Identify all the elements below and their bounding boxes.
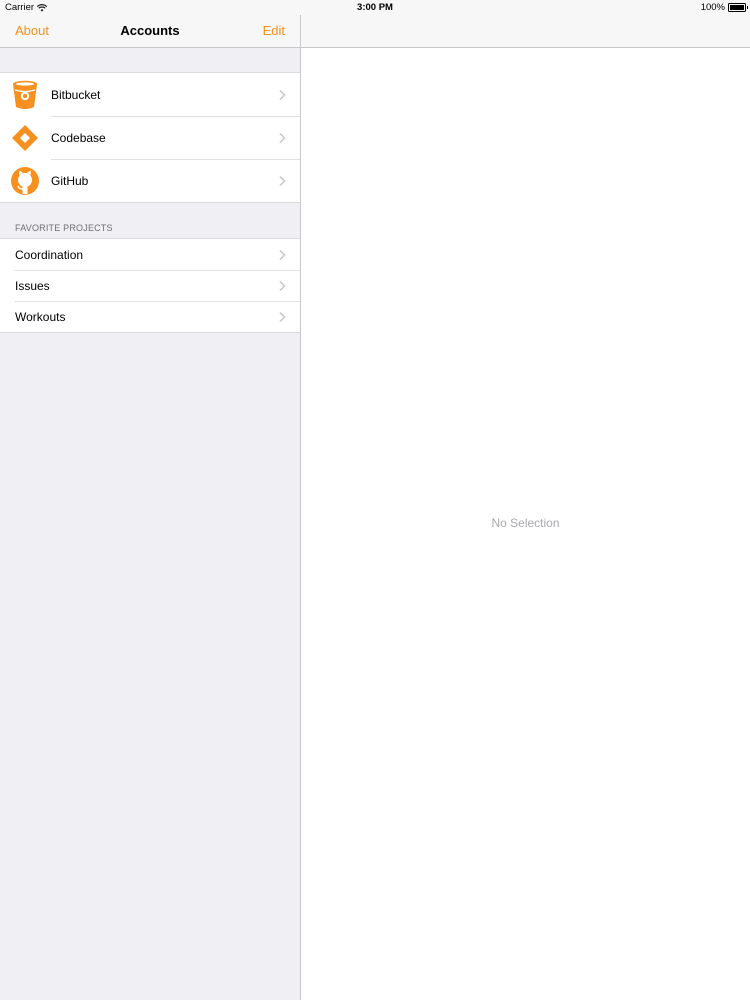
account-row-codebase[interactable]: Codebase <box>0 116 300 159</box>
accounts-panel: About Accounts Edit Bitbucket Codebase G… <box>0 15 301 1000</box>
status-time: 3:00 PM <box>357 2 393 13</box>
master-navigation-bar: About Accounts Edit <box>0 15 300 48</box>
favorite-projects-header: FAVORITE PROJECTS <box>15 223 113 233</box>
no-selection-placeholder: No Selection <box>491 516 560 530</box>
status-bar: Carrier 3:00 PM 100% <box>0 0 750 15</box>
chevron-right-icon <box>279 89 286 100</box>
bitbucket-icon <box>10 80 40 110</box>
codebase-icon <box>10 123 40 153</box>
chevron-right-icon <box>279 249 286 260</box>
chevron-right-icon <box>279 175 286 186</box>
account-row-github[interactable]: GitHub <box>0 159 300 202</box>
chevron-right-icon <box>279 280 286 291</box>
page-title: Accounts <box>120 23 180 38</box>
battery-label: 100% <box>700 2 725 13</box>
project-row-coordination[interactable]: Coordination <box>0 239 300 270</box>
project-row-issues[interactable]: Issues <box>0 270 300 301</box>
chevron-right-icon <box>279 132 286 143</box>
project-label: Issues <box>15 278 50 293</box>
project-row-workouts[interactable]: Workouts <box>0 301 300 332</box>
favorite-projects-list: Coordination Issues Workouts <box>0 238 300 333</box>
project-label: Workouts <box>15 309 66 324</box>
battery-indicator: 100% <box>700 2 748 13</box>
detail-panel: No Selection <box>301 15 750 1000</box>
project-label: Coordination <box>15 247 84 262</box>
chevron-right-icon <box>279 311 286 322</box>
edit-button[interactable]: Edit <box>263 23 285 38</box>
account-label: GitHub <box>51 173 89 188</box>
account-label: Bitbucket <box>51 87 101 102</box>
account-label: Codebase <box>51 130 106 145</box>
accounts-list: Bitbucket Codebase GitHub <box>0 72 300 203</box>
battery-icon <box>728 3 748 12</box>
account-row-bitbucket[interactable]: Bitbucket <box>0 73 300 116</box>
detail-navigation-bar <box>301 15 750 48</box>
github-icon <box>10 166 40 196</box>
